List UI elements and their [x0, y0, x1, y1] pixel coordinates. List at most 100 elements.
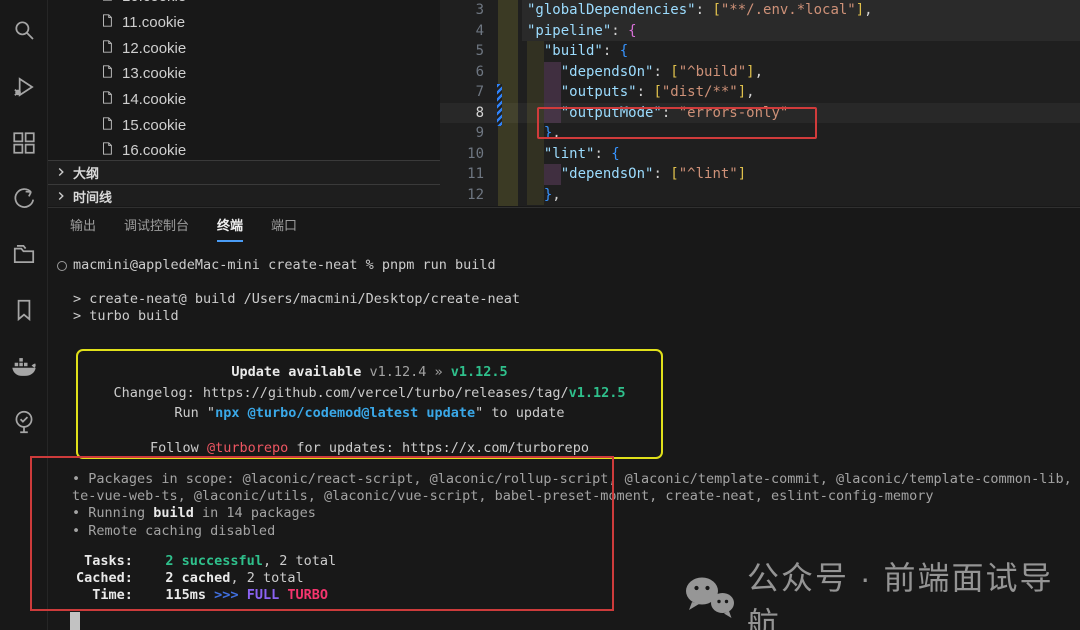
code-text: }, — [527, 185, 561, 206]
token: v1.12.5 — [451, 364, 508, 380]
code-text: "pipeline": { — [527, 21, 637, 42]
token: { — [628, 23, 636, 39]
indent-spaces — [527, 146, 544, 162]
activity-bar-item-run_debug[interactable] — [0, 66, 47, 112]
panel-tab-调试控制台[interactable]: 调试控制台 — [124, 208, 189, 242]
bookmark-icon — [11, 297, 37, 328]
token: , — [746, 84, 754, 100]
file-icon — [100, 0, 114, 6]
file-item-label: 16.cookie — [122, 142, 186, 159]
panel-tab-输出[interactable]: 输出 — [70, 208, 96, 242]
panel-tab-端口[interactable]: 端口 — [271, 208, 297, 242]
terminal-output-line: > create-neat@ build /Users/macmini/Desk… — [73, 291, 520, 308]
chevron-right-icon — [56, 165, 66, 180]
timeline-section-header[interactable]: 时间线 — [47, 184, 440, 206]
code-line: 5 "build": { — [440, 41, 1080, 62]
chevron-right-icon — [56, 189, 66, 204]
token: macmini@appledeMac-mini create-neat % pn… — [73, 257, 496, 273]
activity-bar-item-bookmark[interactable] — [0, 289, 47, 335]
gutter-modified-indicator — [497, 84, 502, 126]
token: [ — [653, 84, 661, 100]
outline-section-label: 大纲 — [73, 163, 99, 182]
file-item[interactable]: 15.cookie — [47, 112, 440, 138]
token: "build" — [544, 43, 603, 59]
code-line: 11 "dependsOn": ["^lint"] — [440, 164, 1080, 185]
run-debug-icon — [11, 74, 37, 105]
file-item[interactable]: 14.cookie — [47, 87, 440, 113]
file-item-label: 15.cookie — [122, 117, 186, 134]
file-item[interactable]: 13.cookie — [47, 61, 440, 87]
token: [ — [712, 2, 720, 18]
code-line: 7 "outputs": ["dist/**"], — [440, 82, 1080, 103]
token: , — [552, 187, 560, 203]
token: [ — [670, 64, 678, 80]
file-item[interactable]: 11.cookie — [47, 10, 440, 36]
token: "lint" — [544, 146, 595, 162]
token: { — [611, 146, 619, 162]
activity-bar-item-tree_check[interactable] — [0, 401, 47, 447]
token: ] — [746, 64, 754, 80]
file-item[interactable]: 12.cookie — [47, 35, 440, 61]
token: Run " — [174, 405, 215, 421]
panel-tab-终端[interactable]: 终端 — [217, 208, 243, 242]
token: { — [620, 43, 628, 59]
file-icon — [100, 116, 114, 135]
activity-bar-item-extensions[interactable] — [0, 122, 47, 168]
token: ] — [856, 2, 864, 18]
token: v1.12.5 — [569, 385, 626, 401]
panel-tab-label: 调试控制台 — [124, 215, 189, 234]
token: @turborepo — [207, 440, 288, 456]
token: , — [755, 64, 763, 80]
command-decoration-icon[interactable] — [57, 261, 67, 271]
token: "pipeline" — [527, 23, 611, 39]
code-line: 12 }, — [440, 185, 1080, 206]
line-number: 7 — [440, 82, 484, 103]
token: : — [637, 84, 654, 100]
annotation-red-box-summary — [30, 456, 614, 611]
token: [ — [670, 166, 678, 182]
token: "^build" — [679, 64, 746, 80]
token: "outputs" — [561, 84, 637, 100]
token: , — [864, 2, 872, 18]
token: : — [611, 23, 628, 39]
outline-section-header[interactable]: 大纲 — [47, 160, 440, 184]
activity-bar-item-curved_arrow[interactable] — [0, 177, 47, 223]
token: : — [603, 43, 620, 59]
indent-spaces — [527, 166, 561, 182]
token: for updates: https://x.com/turborepo — [288, 440, 589, 456]
code-text: "dependsOn": ["^build"], — [527, 62, 763, 83]
indent-spaces — [527, 187, 544, 203]
line-number: 4 — [440, 21, 484, 42]
line-number: 6 — [440, 62, 484, 83]
line-number: 12 — [440, 185, 484, 206]
turbo-update-notice-box: Update available v1.12.4 » v1.12.5Change… — [76, 349, 663, 459]
activity-bar-item-docker[interactable] — [0, 345, 47, 391]
terminal-cursor — [70, 612, 80, 630]
explorer-sidebar: 10.cookie11.cookie12.cookie13.cookie14.c… — [47, 0, 440, 206]
token: v1.12.4 » — [369, 364, 450, 380]
docker-whale-icon — [10, 352, 38, 385]
token: "^lint" — [679, 166, 738, 182]
file-list: 10.cookie11.cookie12.cookie13.cookie14.c… — [47, 0, 440, 164]
activity-bar-item-folder[interactable] — [0, 233, 47, 279]
code-lines: 3"globalDependencies": ["**/.env.*local"… — [440, 0, 1080, 205]
token: npx @turbo/codemod@latest update — [215, 405, 475, 421]
line-number: 11 — [440, 164, 484, 185]
indent-spaces — [527, 43, 544, 59]
file-icon — [100, 141, 114, 160]
token: ] — [738, 84, 746, 100]
terminal-prompt-line: macmini@appledeMac-mini create-neat % pn… — [73, 257, 496, 274]
token: ] — [738, 166, 746, 182]
activity-bar-item-search[interactable] — [0, 9, 47, 55]
vscode-window: 10.cookie11.cookie12.cookie13.cookie14.c… — [0, 0, 1080, 630]
code-line: 3"globalDependencies": ["**/.env.*local"… — [440, 0, 1080, 21]
file-item[interactable]: 10.cookie — [47, 0, 440, 10]
file-icon — [100, 39, 114, 58]
code-editor[interactable]: 3"globalDependencies": ["**/.env.*local"… — [440, 0, 1080, 206]
update-box-line: Follow @turborepo for updates: https://x… — [78, 438, 661, 459]
panel-tab-label: 终端 — [217, 215, 243, 234]
indent-spaces — [527, 84, 561, 100]
code-text: "build": { — [527, 41, 628, 62]
extensions-icon — [11, 130, 37, 161]
line-number: 5 — [440, 41, 484, 62]
